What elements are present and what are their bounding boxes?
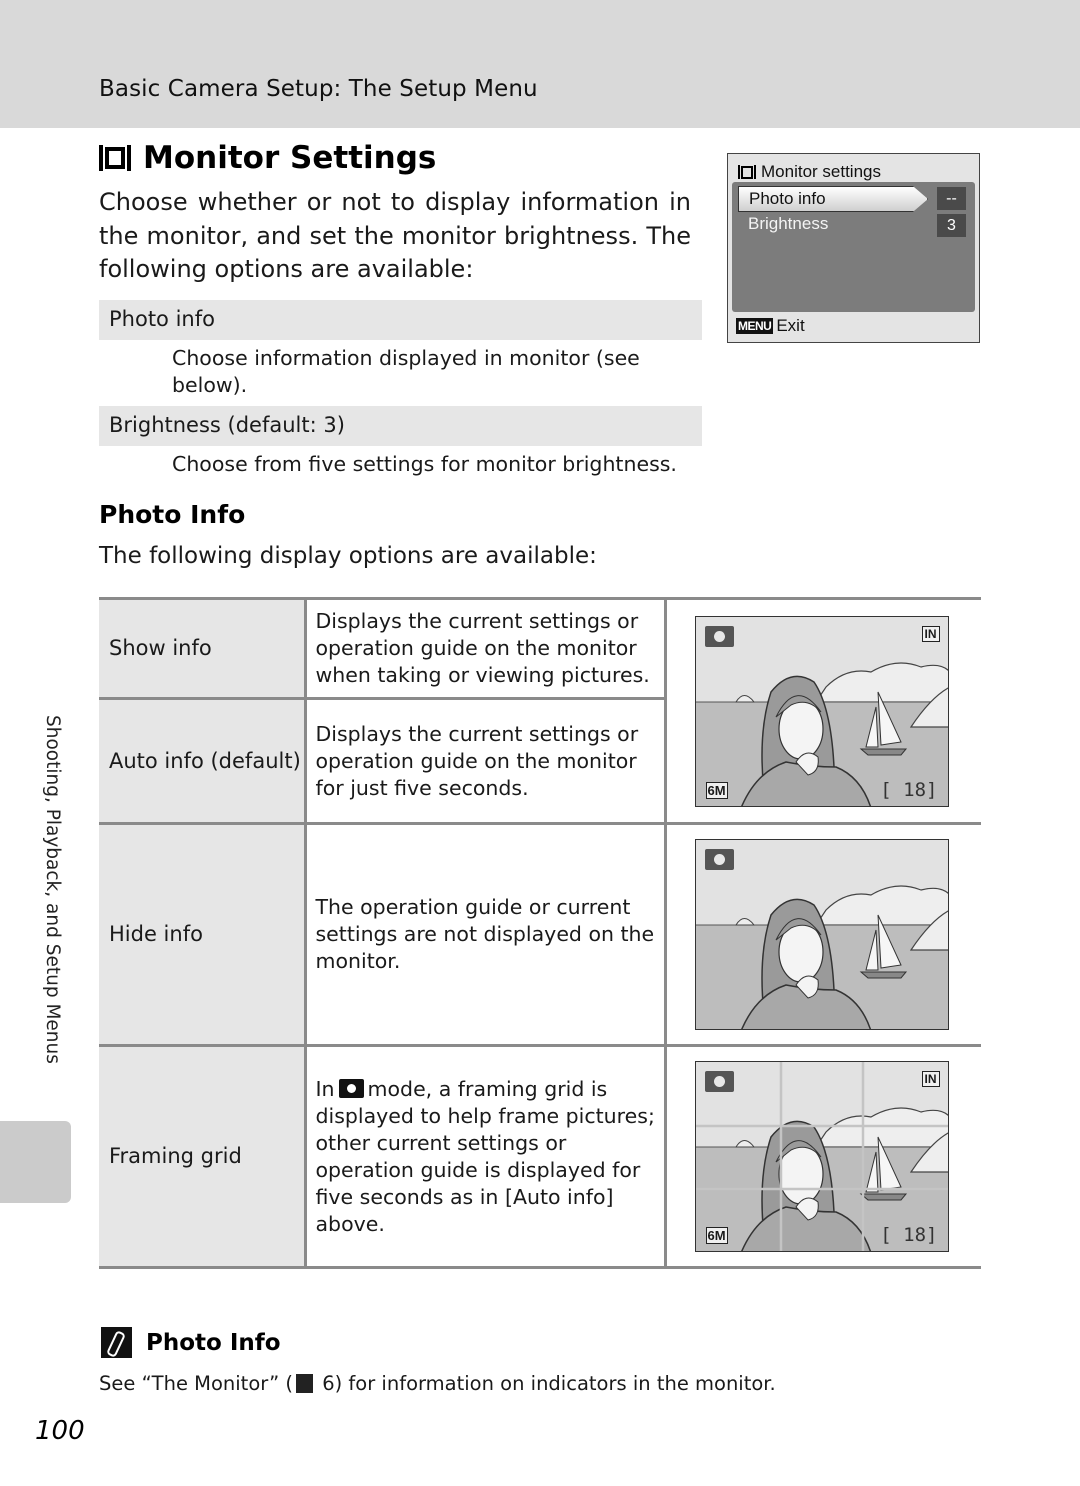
section-title: Basic Camera Setup: The Setup Menu [99, 76, 538, 102]
monitor-settings-icon [738, 165, 756, 179]
shooting-mode-camera-icon [704, 849, 734, 870]
option-description: Displays the current settings or operati… [305, 597, 667, 699]
camera-menu-item-brightness[interactable]: Brightness [748, 214, 828, 234]
page-number: 100 [35, 1416, 85, 1446]
camera-menu-footer: MENU Exit [736, 316, 805, 336]
reference-page-icon [296, 1374, 313, 1393]
note-pencil-icon [101, 1327, 132, 1358]
option-description-brightness: Choose from five settings for monitor br… [172, 452, 677, 476]
header-band [0, 0, 1080, 128]
exposures-remaining-indicator: [ 18] [880, 1224, 938, 1246]
photo-info-heading: Photo Info [99, 500, 246, 529]
menu-button-icon: MENU [736, 318, 774, 334]
monitor-preview-show-info: IN 6M [ 18] [694, 615, 949, 807]
option-description-photo-info: Choose information displayed in monitor … [172, 346, 640, 397]
chapter-tab-marker [0, 1121, 71, 1203]
camera-menu-title: Monitor settings [738, 162, 881, 182]
internal-memory-indicator: IN [921, 625, 940, 642]
note-title: Photo Info [146, 1330, 281, 1356]
option-name: Show info [99, 597, 307, 699]
camera-menu-screenshot: Monitor settings Photo info -- Brightnes… [727, 153, 980, 343]
intro-paragraph: Choose whether or not to display informa… [99, 188, 691, 283]
option-description: The operation guide or current settings … [305, 822, 667, 1046]
photo-info-options-table: Show info Displays the current settings … [99, 597, 981, 1269]
camera-mode-icon [338, 1078, 364, 1098]
monitor-preview-hide-info [694, 839, 949, 1030]
camera-menu-value-photo-info: -- [937, 187, 966, 210]
option-heading-photo-info: Photo info [99, 300, 702, 340]
exposures-remaining-indicator: [ 18] [880, 778, 938, 801]
table-row: Show info Displays the current settings … [99, 597, 981, 824]
image-size-indicator: 6M [705, 1227, 728, 1244]
option-name: Auto info (default) [99, 697, 307, 824]
exit-label: Exit [776, 316, 805, 335]
chapter-side-tab: Shooting, Playback, and Setup Menus [42, 715, 63, 1064]
option-name: Framing grid [99, 1044, 307, 1269]
camera-menu-item-photo-info[interactable]: Photo info [738, 186, 928, 212]
camera-menu-value-brightness: 3 [937, 214, 966, 237]
monitor-preview-framing-grid: IN 6M [ 18] [694, 1061, 949, 1252]
image-size-indicator: 6M [705, 781, 728, 799]
camera-menu-list: Photo info -- Brightness 3 [732, 182, 975, 312]
table-row: Hide info The operation guide or current… [99, 822, 981, 1046]
monitor-settings-icon [99, 145, 131, 171]
photo-info-intro: The following display options are availa… [99, 543, 597, 569]
page-title-text: Monitor Settings [143, 140, 437, 176]
option-heading-brightness: Brightness (default: 3) [99, 406, 702, 446]
shooting-mode-camera-icon [704, 1071, 734, 1092]
option-description: Displays the current settings or operati… [305, 697, 667, 824]
internal-memory-indicator: IN [921, 1071, 940, 1087]
page-title: Monitor Settings [99, 140, 436, 176]
table-row: Framing grid In mode, a framing grid is d… [99, 1044, 981, 1269]
option-name: Hide info [99, 822, 307, 1046]
note-text: See “The Monitor” ( 6) for information o… [99, 1372, 776, 1395]
shooting-mode-camera-icon [704, 625, 734, 647]
option-description: In mode, a framing grid is displayed to h… [305, 1044, 667, 1269]
